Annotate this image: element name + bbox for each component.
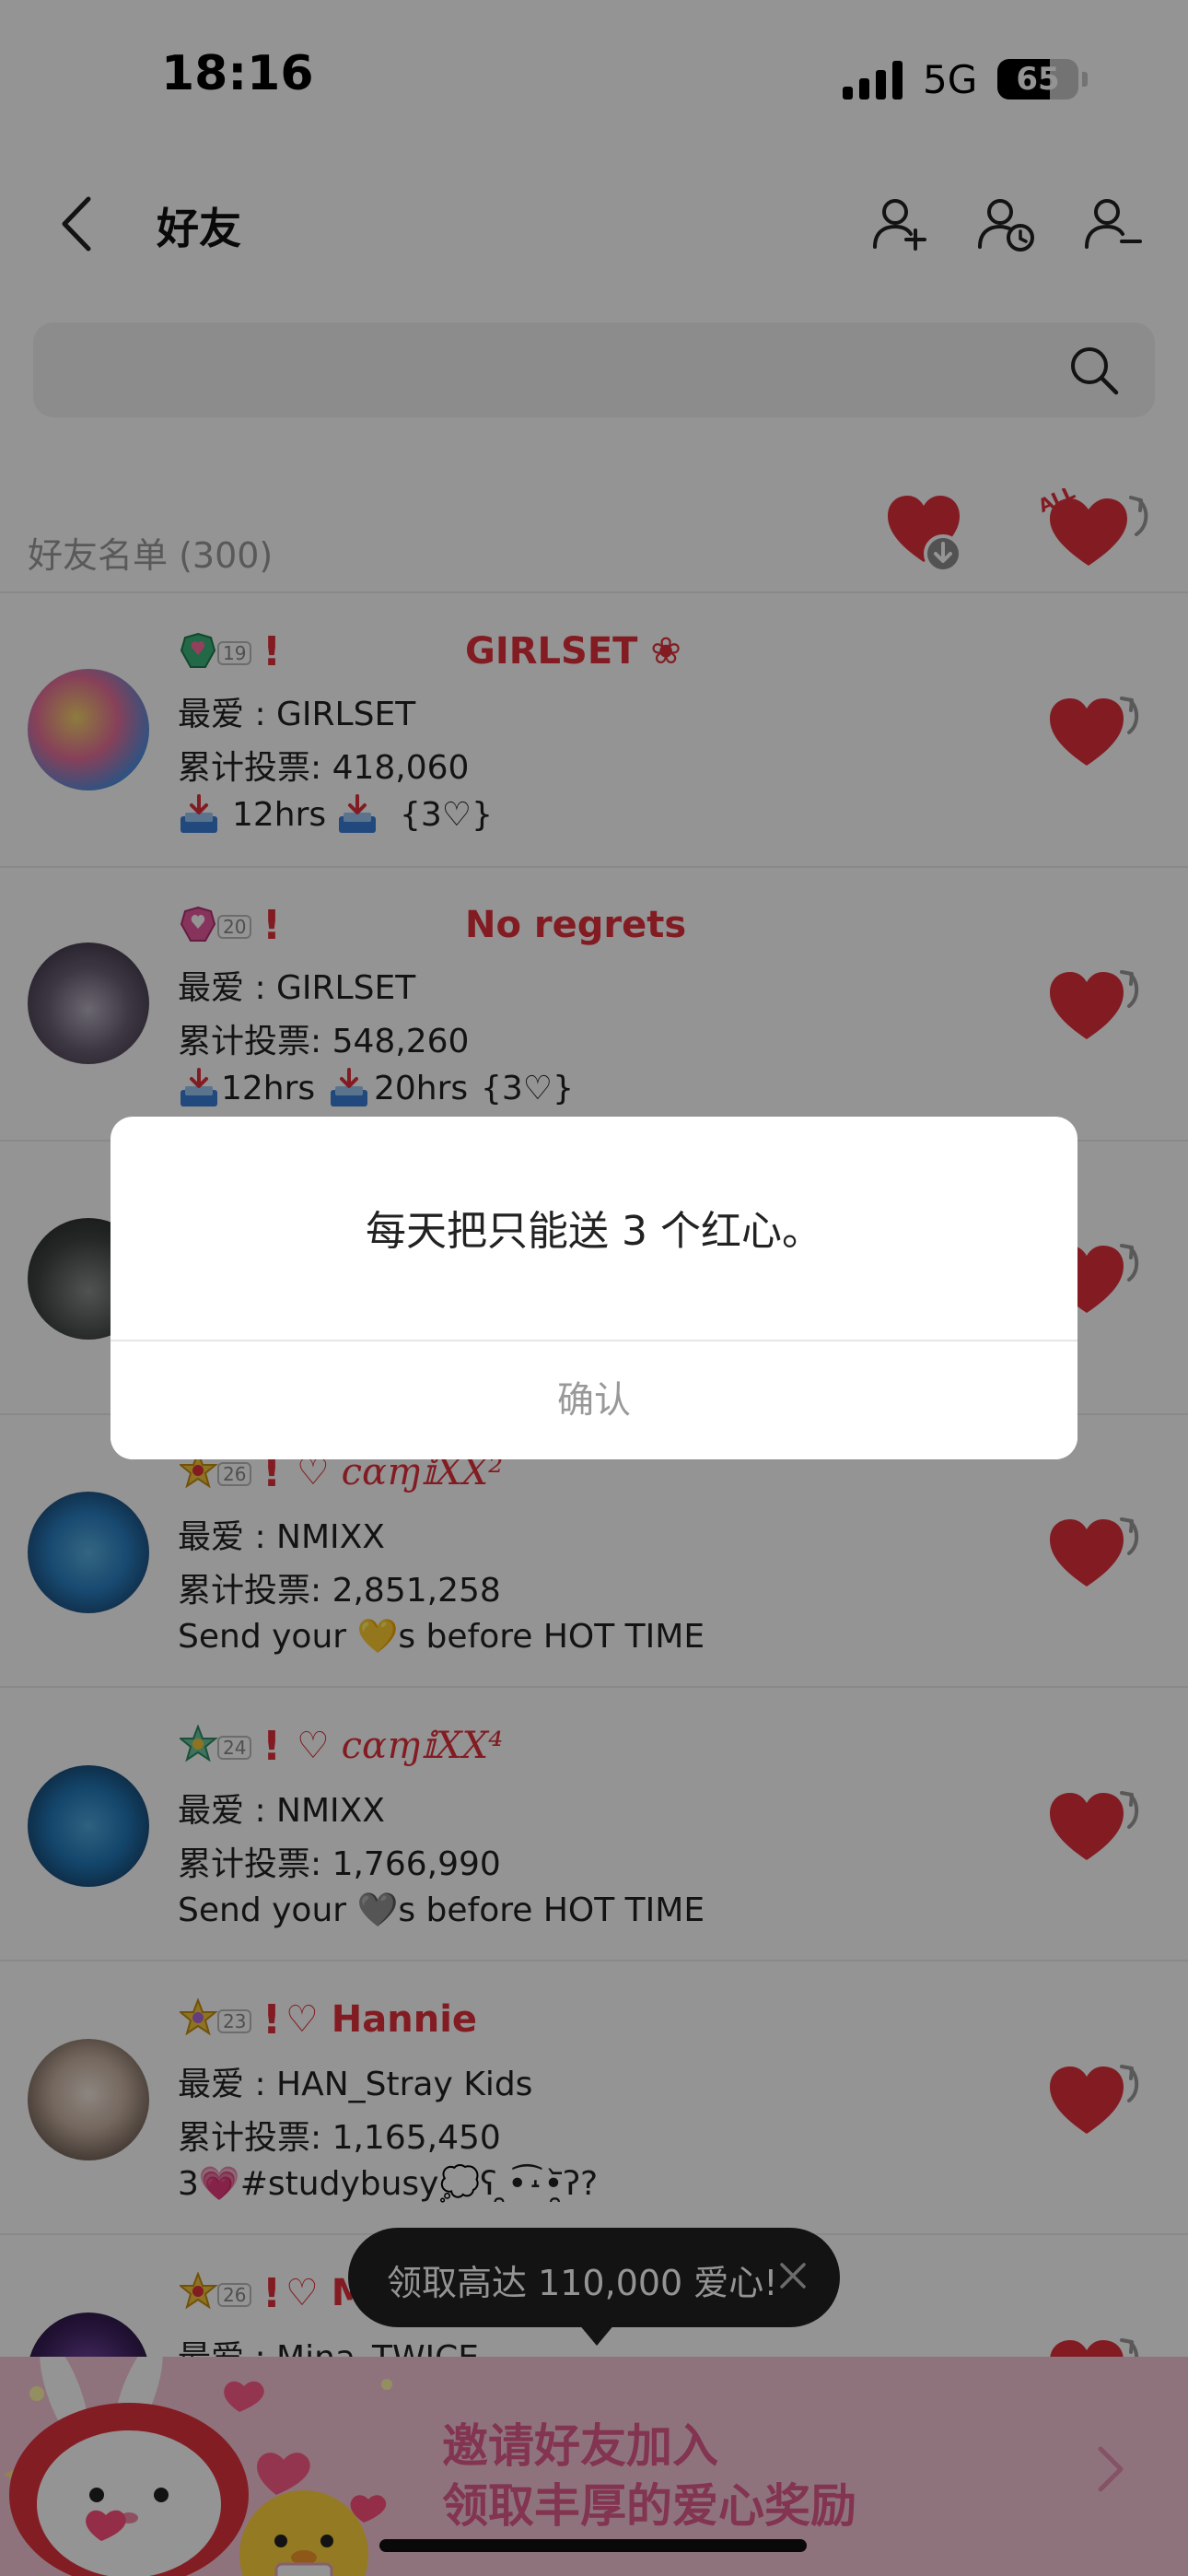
dialog-message: 每天把只能送 3 个红心。: [366, 1208, 822, 1255]
alert-dialog: 每天把只能送 3 个红心。 确认: [111, 1117, 1077, 1459]
confirm-button[interactable]: 确认: [111, 1341, 1077, 1459]
